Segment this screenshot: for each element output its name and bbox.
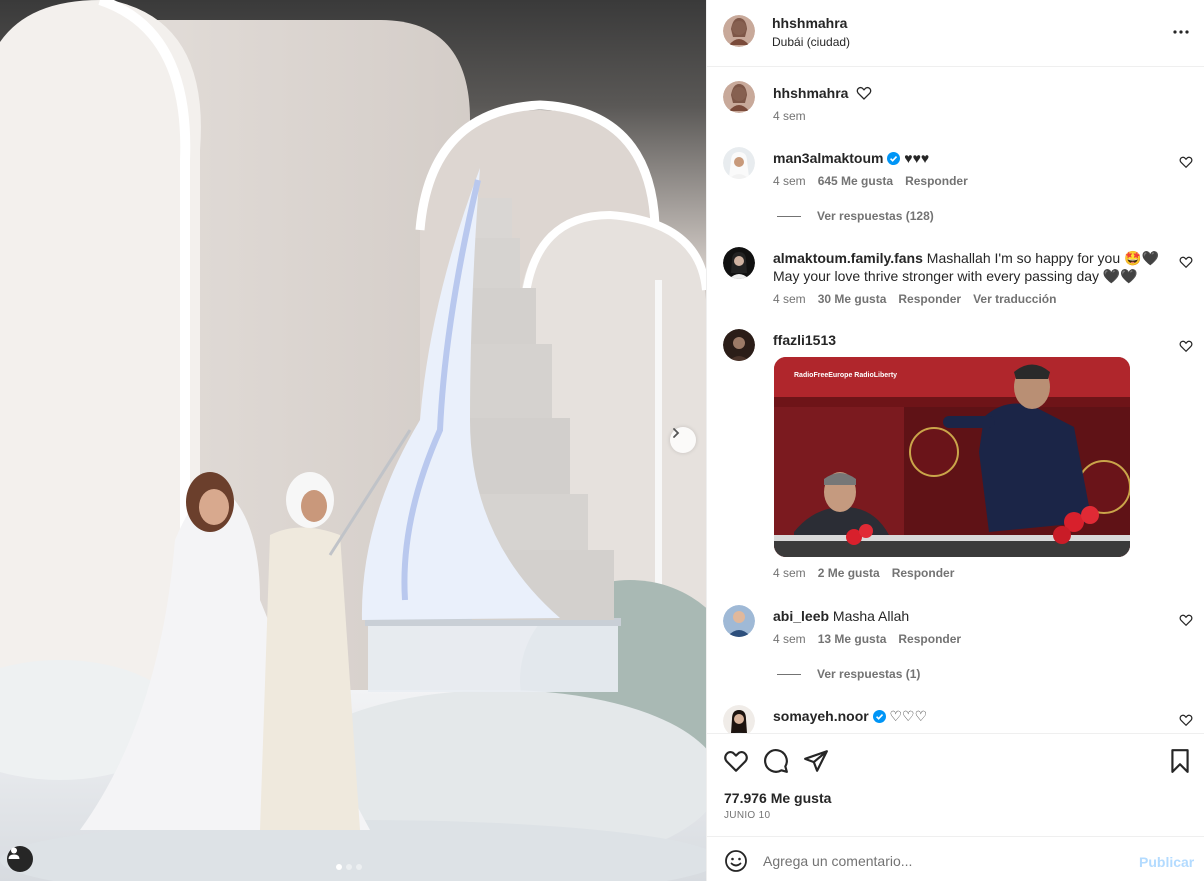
author-avatar[interactable]: [723, 15, 755, 47]
commenter-username[interactable]: ffazli1513: [773, 332, 836, 348]
view-replies-button[interactable]: Ver respuestas (128): [777, 209, 934, 223]
caption-time: 4 sem: [773, 109, 806, 123]
commenter-avatar[interactable]: [723, 605, 755, 637]
comment-like-button[interactable]: [1179, 155, 1193, 169]
publish-button[interactable]: Publicar: [1139, 854, 1194, 870]
comment-like-button[interactable]: [1179, 255, 1193, 269]
author-avatar[interactable]: [723, 81, 755, 113]
comment-likes-count[interactable]: 645 Me gusta: [818, 174, 893, 188]
heart-outline-icon: [1179, 340, 1193, 353]
verified-badge-icon: [872, 710, 886, 723]
reply-button[interactable]: Responder: [892, 566, 955, 580]
comment-text: ♥♥♥: [904, 150, 930, 166]
comment-gif[interactable]: RadioFreeEurope RadioLiberty: [774, 357, 1130, 557]
commenter-username[interactable]: almaktoum.family.fans: [773, 250, 923, 266]
commenter-avatar[interactable]: [723, 329, 755, 361]
add-comment-bar: Publicar: [707, 836, 1204, 881]
caption-username[interactable]: hhshmahra: [773, 85, 848, 101]
comment-text: ♡♡♡: [889, 708, 928, 724]
emoji-picker-button[interactable]: [724, 849, 748, 873]
comment-meta: 4 sem 13 Me gusta Responder: [773, 632, 961, 646]
gif-image: RadioFreeEurope RadioLiberty: [774, 357, 1130, 557]
commenter-avatar[interactable]: [723, 247, 755, 279]
commenter-username[interactable]: somayeh.noor: [773, 708, 869, 724]
commenter-username[interactable]: abi_leeb: [773, 608, 829, 624]
comment-meta: 4 sem 645 Me gusta Responder: [773, 174, 968, 188]
view-replies-label: Ver respuestas (1): [817, 667, 921, 681]
commenter-username[interactable]: man3almaktoum: [773, 150, 883, 166]
carousel-next-button[interactable]: [670, 427, 696, 453]
comment-like-button[interactable]: [1179, 713, 1193, 727]
replies-divider: [777, 673, 801, 675]
carousel-indicator: [336, 864, 362, 870]
comment-time: 4 sem: [773, 292, 806, 306]
carousel-dot: [346, 864, 352, 870]
caption-meta: 4 sem: [773, 109, 806, 123]
share-button[interactable]: [803, 748, 829, 774]
view-replies-label: Ver respuestas (128): [817, 209, 934, 223]
tagged-users-button[interactable]: [7, 846, 33, 872]
wedding-photo: [0, 0, 706, 881]
comment-meta: 4 sem 30 Me gusta Responder Ver traducci…: [773, 292, 1056, 306]
carousel-dot: [356, 864, 362, 870]
comment-time: 4 sem: [773, 566, 806, 580]
verified-badge-icon: [887, 152, 901, 165]
commenter-avatar[interactable]: [723, 705, 755, 733]
post-header: hhshmahra Dubái (ciudad): [707, 0, 1204, 67]
post-actions: 77.976 Me gusta JUNIO 10 Publicar: [707, 733, 1204, 881]
like-button[interactable]: [723, 748, 749, 774]
comment-likes-count[interactable]: 2 Me gusta: [818, 566, 880, 580]
likes-count[interactable]: 77.976 Me gusta: [724, 790, 831, 806]
post-location[interactable]: Dubái (ciudad): [772, 35, 850, 49]
heart-outline-icon: [724, 750, 748, 772]
post-side-panel: hhshmahra Dubái (ciudad) hhshmahra 4 sem: [706, 0, 1204, 881]
comment-likes-count[interactable]: 13 Me gusta: [818, 632, 887, 646]
save-button[interactable]: [1167, 748, 1193, 774]
post-date: JUNIO 10: [724, 810, 771, 821]
bookmark-icon: [1171, 749, 1189, 773]
comment-like-button[interactable]: [1179, 339, 1193, 353]
post-image[interactable]: [0, 0, 706, 881]
heart-outline-icon: [1179, 256, 1193, 269]
heart-outline-icon: [1179, 714, 1193, 727]
gif-watermark: RadioFreeEurope RadioLiberty: [794, 372, 897, 379]
heart-outline-icon: [857, 86, 872, 100]
comment-time: 4 sem: [773, 174, 806, 188]
comments-list[interactable]: hhshmahra 4 sem man3almaktoum ♥♥♥ 4 sem …: [707, 67, 1204, 733]
send-icon: [804, 750, 828, 772]
more-options-button[interactable]: [1169, 20, 1193, 44]
user-icon: [8, 847, 20, 859]
comment-input[interactable]: [763, 849, 1123, 873]
heart-outline-icon: [1179, 614, 1193, 627]
emoji-icon: [725, 850, 747, 872]
commenter-avatar[interactable]: [723, 147, 755, 179]
heart-outline-icon: [1179, 156, 1193, 169]
carousel-dot: [336, 864, 342, 870]
comment-text: Masha Allah: [832, 608, 910, 624]
more-horizontal-icon: [1173, 30, 1189, 34]
comment-time: 4 sem: [773, 632, 806, 646]
comment-meta: 4 sem 2 Me gusta Responder: [773, 566, 954, 580]
view-replies-button[interactable]: Ver respuestas (1): [777, 667, 920, 681]
comment-button[interactable]: [763, 748, 789, 774]
author-username[interactable]: hhshmahra: [772, 15, 847, 31]
chevron-right-icon: [673, 428, 680, 438]
comment-bubble-icon: [764, 749, 788, 773]
see-translation-button[interactable]: Ver traducción: [973, 292, 1056, 306]
reply-button[interactable]: Responder: [898, 632, 961, 646]
comment-like-button[interactable]: [1179, 613, 1193, 627]
reply-button[interactable]: Responder: [905, 174, 968, 188]
comment-text: Mashallah I'm so happy for you 🤩🖤: [926, 250, 1159, 266]
comment-likes-count[interactable]: 30 Me gusta: [818, 292, 887, 306]
reply-button[interactable]: Responder: [898, 292, 961, 306]
replies-divider: [777, 215, 801, 217]
comment-text-line-2: May your love thrive stronger with every…: [773, 268, 1138, 284]
